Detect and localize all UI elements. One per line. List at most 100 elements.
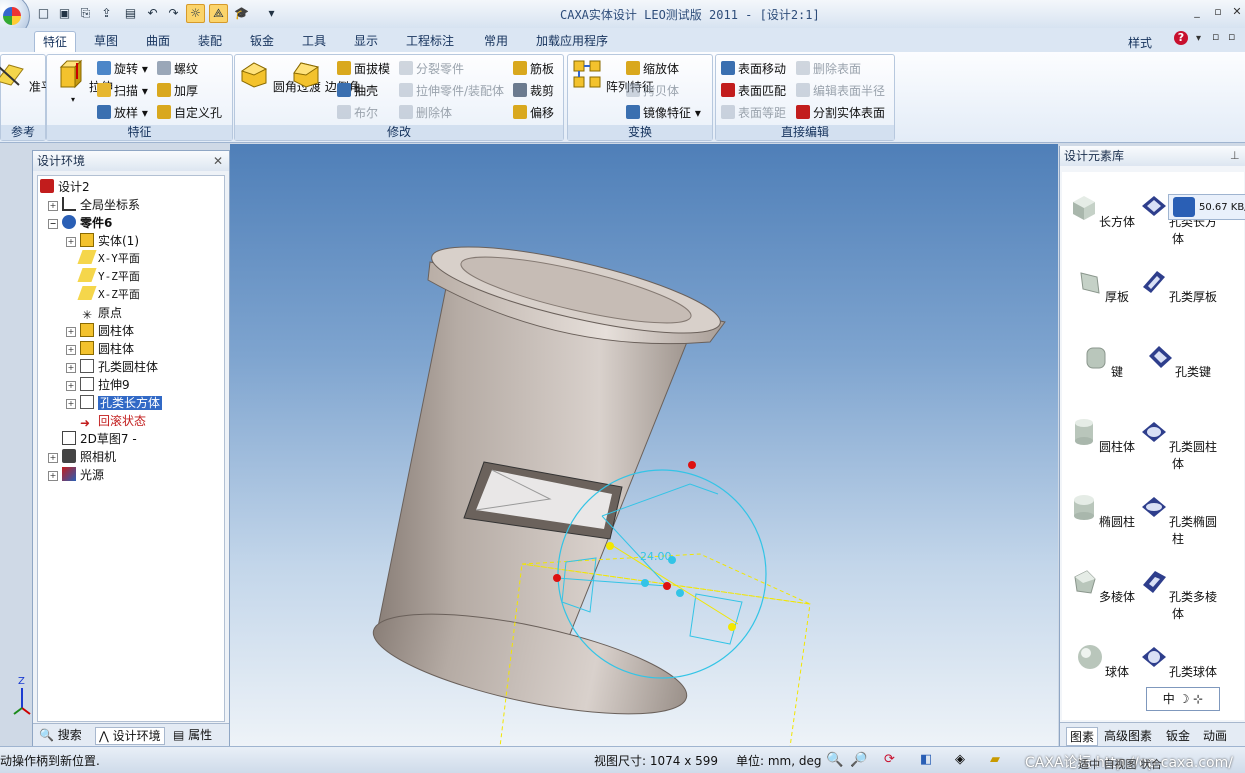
tree-node-part6[interactable]: − 零件6 xyxy=(48,214,112,232)
expand-icon[interactable]: + xyxy=(66,399,76,409)
loft-button[interactable]: 放样 ▾ xyxy=(97,104,148,122)
tree-node-hole-box[interactable]: + 孔类长方体 xyxy=(66,394,163,412)
tree-node-xz-plane[interactable]: X-Z平面 xyxy=(77,286,140,304)
lib-item-box[interactable]: 长方体 xyxy=(1062,192,1142,230)
tab-properties[interactable]: ▤ 属性 xyxy=(173,727,212,743)
move-face-button[interactable]: 表面移动 xyxy=(721,60,786,78)
lib-item-hole-cylinder[interactable]: 孔类圆柱体 xyxy=(1138,417,1218,472)
trim-button[interactable]: 裁剪 xyxy=(513,82,554,100)
lib-item-cylinder[interactable]: 圆柱体 xyxy=(1062,417,1142,455)
lib-item-hole-prism[interactable]: 孔类多棱体 xyxy=(1138,567,1218,622)
tab-design-env[interactable]: ⋀ 设计环境 xyxy=(95,727,165,745)
fillet-button[interactable]: 圆角过渡 xyxy=(239,59,321,95)
tab-surface[interactable]: 曲面 xyxy=(138,31,178,51)
mirror-button[interactable]: 镜像特征 ▾ xyxy=(626,104,701,122)
expand-icon[interactable]: + xyxy=(48,201,58,211)
copy-body-button[interactable]: 拷贝体 xyxy=(626,82,679,100)
split-face-button[interactable]: 分割实体表面 xyxy=(796,104,885,122)
tree-node-light[interactable]: + 光源 xyxy=(48,466,104,484)
expand-icon[interactable]: + xyxy=(48,471,58,481)
expand-icon[interactable]: + xyxy=(66,381,76,391)
new-icon[interactable]: □ xyxy=(34,4,53,23)
custom-hole-button[interactable]: 自定义孔 xyxy=(157,104,222,122)
triball-icon[interactable]: ⟁ xyxy=(209,4,228,23)
3d-viewport[interactable]: 24.00 xyxy=(230,144,1058,747)
tab-advanced-elements[interactable]: 高级图素 xyxy=(1104,727,1152,744)
style-menu[interactable]: 样式 xyxy=(1128,34,1152,51)
lib-item-hole-elliptic[interactable]: 孔类椭圆柱 xyxy=(1138,492,1218,547)
tree-node-solid[interactable]: + 实体(1) xyxy=(66,232,139,250)
tree-node-rollback[interactable]: ➜ 回滚状态 xyxy=(80,412,146,430)
thicken-button[interactable]: 加厚 xyxy=(157,82,198,100)
open-icon[interactable]: ▣ xyxy=(55,4,74,23)
lib-item-hole-sphere[interactable]: 孔类球体 xyxy=(1138,642,1218,680)
offset-button[interactable]: 偏移 xyxy=(513,104,554,122)
tab-common[interactable]: 常用 xyxy=(476,31,516,51)
tab-annotation[interactable]: 工程标注 xyxy=(398,31,462,51)
customize-icon[interactable]: ▾ xyxy=(262,4,281,23)
pattern-button[interactable]: 阵列特征 xyxy=(572,59,654,95)
help-icon[interactable]: ? xyxy=(1174,31,1188,45)
tab-addins[interactable]: 加载应用程序 xyxy=(528,31,616,51)
sweep-button[interactable]: 扫描 ▾ xyxy=(97,82,148,100)
tab-tools[interactable]: 工具 xyxy=(294,31,334,51)
collapse-icon[interactable]: − xyxy=(48,219,58,229)
tree-node-global-coords[interactable]: + 全局坐标系 xyxy=(48,196,140,214)
ime-toolbar[interactable]: 中 ☽ ⊹ xyxy=(1146,687,1220,711)
tree-node-origin[interactable]: ✳ 原点 xyxy=(80,304,122,322)
undo-icon[interactable]: ↶ xyxy=(143,4,162,23)
boolean-button[interactable]: 布尔 xyxy=(337,104,378,122)
lib-item-key[interactable]: 键 xyxy=(1062,342,1142,380)
doc-close-button[interactable]: ▫ xyxy=(1228,30,1235,43)
close-button[interactable]: ✕ xyxy=(1229,5,1245,18)
scale-body-button[interactable]: 缩放体 xyxy=(626,60,679,78)
tab-features[interactable]: 特征 xyxy=(34,31,77,52)
edit-radius-button[interactable]: 编辑表面半径 xyxy=(796,82,885,100)
expand-icon[interactable]: + xyxy=(66,345,76,355)
select-icon[interactable]: ☼ xyxy=(186,4,205,23)
tab-sheetmetal[interactable]: 钣金 xyxy=(242,31,282,51)
ribbon-options-icon[interactable]: ▾ xyxy=(1196,33,1201,44)
delete-body-button[interactable]: 删除体 xyxy=(399,104,452,122)
tree-node-sketch[interactable]: 2D草图7 - xyxy=(62,430,137,448)
expand-icon[interactable]: + xyxy=(66,237,76,247)
draft-button[interactable]: 面拔模 xyxy=(337,60,390,78)
import-icon[interactable]: ⎘ xyxy=(76,4,95,23)
chamfer-button[interactable]: 边倒角 xyxy=(291,59,361,95)
expand-icon[interactable]: + xyxy=(66,363,76,373)
tree-node-hole-cylinder[interactable]: + 孔类圆柱体 xyxy=(66,358,158,376)
expand-icon[interactable]: + xyxy=(66,327,76,337)
lib-item-hole-key[interactable]: 孔类键 xyxy=(1138,342,1218,380)
tab-sheetmetal-lib[interactable]: 钣金 xyxy=(1166,727,1190,744)
rib-button[interactable]: 筋板 xyxy=(513,60,554,78)
tree-node-cylinder-1[interactable]: + 圆柱体 xyxy=(66,322,134,340)
offset-face-button[interactable]: 表面等距 xyxy=(721,104,786,122)
tree-node-camera[interactable]: + 照相机 xyxy=(48,448,116,466)
save-icon[interactable]: ▤ xyxy=(121,4,140,23)
tab-elements[interactable]: 图素 xyxy=(1066,727,1099,746)
revolve-button[interactable]: 旋转 ▾ xyxy=(97,60,148,78)
extrude-part-button[interactable]: 拉伸零件/装配体 xyxy=(399,82,504,100)
match-face-button[interactable]: 表面匹配 xyxy=(721,82,786,100)
view-options[interactable]: 适中 自视图 状合 xyxy=(1078,756,1162,772)
maximize-button[interactable]: ▫ xyxy=(1210,5,1226,18)
tree-node-design[interactable]: 设计2 xyxy=(40,178,90,196)
extrude-button[interactable]: 拉伸 ▾ xyxy=(55,59,113,104)
tree-node-yz-plane[interactable]: Y-Z平面 xyxy=(77,268,140,286)
tab-assembly[interactable]: 装配 xyxy=(190,31,230,51)
pin-icon[interactable]: ⊥ xyxy=(1230,149,1240,162)
doc-minimize-button[interactable]: ▫ xyxy=(1212,30,1219,43)
lib-item-sphere[interactable]: 球体 xyxy=(1062,642,1142,680)
hat-icon[interactable]: 🎓 xyxy=(232,4,251,23)
tab-search[interactable]: 🔍 搜索 xyxy=(39,727,82,743)
shading-icon[interactable]: ▰ xyxy=(990,752,1000,767)
dimension-label[interactable]: 24.00 xyxy=(640,550,672,563)
export-icon[interactable]: ⇪ xyxy=(97,4,116,23)
tree-node-extrude9[interactable]: + 拉伸9 xyxy=(66,376,130,394)
tree-node-cylinder-2[interactable]: + 圆柱体 xyxy=(66,340,134,358)
orbit-icon[interactable]: ⟳ xyxy=(884,752,895,767)
delete-face-button[interactable]: 删除表面 xyxy=(796,60,861,78)
zoom-icon[interactable]: 🔍 xyxy=(826,752,843,768)
lib-item-prism[interactable]: 多棱体 xyxy=(1062,567,1142,605)
tab-display[interactable]: 显示 xyxy=(346,31,386,51)
